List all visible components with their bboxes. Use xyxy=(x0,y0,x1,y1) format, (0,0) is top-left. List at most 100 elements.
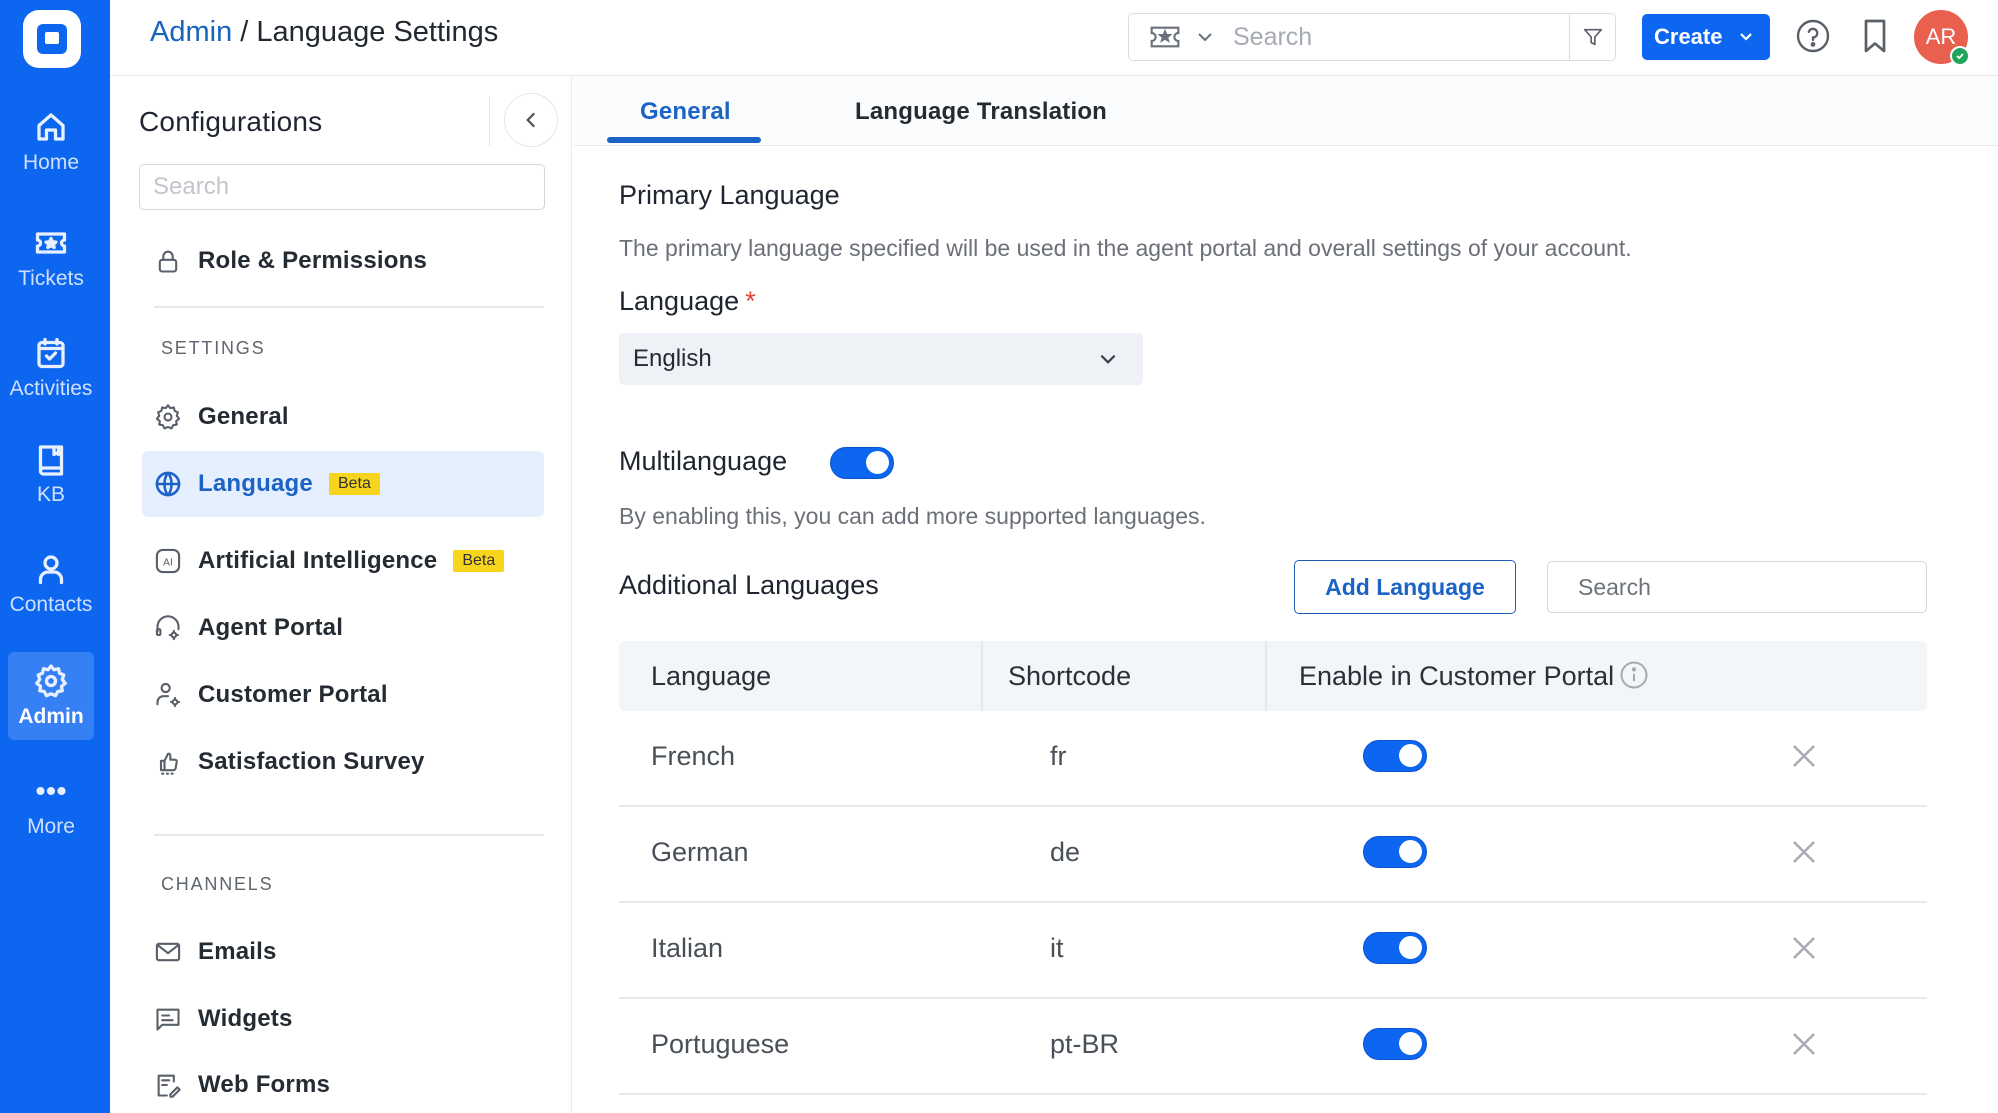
primary-language-title: Primary Language xyxy=(619,180,840,210)
language-label-text: Language xyxy=(619,286,740,316)
column-divider xyxy=(1265,641,1267,711)
row-language: Portuguese xyxy=(651,1029,790,1059)
config-item-artificial-intelligence[interactable]: AI Artificial Intelligence Beta xyxy=(142,528,544,594)
headset-gear-icon xyxy=(155,615,180,641)
languages-table: Language Shortcode Enable in Customer Po… xyxy=(619,641,1927,1095)
global-search-input[interactable] xyxy=(1233,22,1553,52)
column-header-enable-customer-portal: Enable in Customer Portal xyxy=(1299,661,1615,691)
tab-general[interactable]: General xyxy=(640,98,731,126)
row-language: French xyxy=(651,741,736,771)
config-item-label: Web Forms xyxy=(198,1071,331,1098)
chevron-down-icon[interactable] xyxy=(1736,26,1756,46)
bookmark-icon[interactable] xyxy=(1860,18,1890,54)
rail-item-label: Tickets xyxy=(18,267,84,290)
tab-language-translation[interactable]: Language Translation xyxy=(855,98,1107,126)
language-search-input[interactable] xyxy=(1547,561,1927,613)
rail-item-activities[interactable]: Activities xyxy=(8,324,94,412)
breadcrumb-separator: / xyxy=(232,16,257,48)
section-heading-settings: SETTINGS xyxy=(161,338,266,358)
multilanguage-label: Multilanguage xyxy=(619,446,788,476)
create-button[interactable]: Create xyxy=(1642,14,1770,60)
config-search-input[interactable] xyxy=(139,164,545,210)
selected-language: English xyxy=(633,345,712,372)
table-row: French fr xyxy=(619,711,1927,807)
enable-portal-toggle[interactable] xyxy=(1363,740,1427,772)
column-header-language: Language xyxy=(651,661,772,691)
config-item-label: Widgets xyxy=(198,1005,293,1032)
multilanguage-toggle[interactable] xyxy=(830,447,894,479)
remove-icon[interactable] xyxy=(1789,741,1819,771)
configurations-title: Configurations xyxy=(139,106,323,137)
config-item-role-permissions[interactable]: Role & Permissions xyxy=(142,228,544,294)
gear-icon xyxy=(35,664,67,698)
remove-icon[interactable] xyxy=(1789,837,1819,867)
filter-icon xyxy=(1583,28,1602,46)
primary-language-select[interactable]: English xyxy=(619,333,1143,385)
breadcrumb-admin-link[interactable]: Admin xyxy=(150,16,232,48)
config-item-language[interactable]: Language Beta xyxy=(142,451,544,517)
config-item-customer-portal[interactable]: Customer Portal xyxy=(142,662,544,728)
chat-icon xyxy=(156,1008,180,1031)
rail-item-contacts[interactable]: Contacts xyxy=(8,540,94,628)
rail-item-tickets[interactable]: Tickets xyxy=(8,214,94,302)
multilanguage-description: By enabling this, you can add more suppo… xyxy=(619,503,1206,529)
help-icon[interactable] xyxy=(1795,18,1831,54)
tab-bar: General Language Translation xyxy=(573,76,1998,146)
rail-item-label: Contacts xyxy=(9,593,93,616)
enable-portal-toggle[interactable] xyxy=(1363,932,1427,964)
collapse-panel-button[interactable] xyxy=(504,93,558,147)
remove-icon[interactable] xyxy=(1789,933,1819,963)
logo-mark-icon xyxy=(37,24,67,54)
rail-item-more[interactable]: More xyxy=(8,762,94,850)
remove-icon[interactable] xyxy=(1789,1029,1819,1059)
primary-language-description: The primary language specified will be u… xyxy=(619,235,1632,261)
globe-icon xyxy=(155,471,181,497)
page-title: Language Settings xyxy=(256,16,499,48)
config-item-label: Artificial Intelligence xyxy=(198,547,438,574)
rail-item-label: More xyxy=(27,815,75,838)
chevron-down-icon[interactable] xyxy=(1195,27,1215,47)
config-item-general[interactable]: General xyxy=(142,384,544,450)
rail-item-label: KB xyxy=(36,483,65,506)
info-icon[interactable] xyxy=(1619,660,1649,690)
active-tab-indicator xyxy=(607,137,761,143)
row-shortcode: de xyxy=(1050,837,1081,867)
gear-icon xyxy=(155,404,181,430)
config-item-agent-portal[interactable]: Agent Portal xyxy=(142,595,544,661)
home-icon xyxy=(37,113,65,141)
config-item-emails[interactable]: Emails xyxy=(142,919,544,985)
mail-icon xyxy=(155,942,181,962)
rail-item-admin[interactable]: Admin xyxy=(8,652,94,740)
rail-item-label: Activities xyxy=(9,377,93,400)
config-item-label: Agent Portal xyxy=(198,614,344,641)
avatar-initials: AR xyxy=(1925,24,1957,49)
enable-portal-toggle[interactable] xyxy=(1363,836,1427,868)
add-language-button[interactable]: Add Language xyxy=(1294,560,1516,614)
ai-icon: AI xyxy=(155,548,181,574)
user-icon xyxy=(38,555,64,585)
app-logo[interactable] xyxy=(23,10,81,68)
row-shortcode: fr xyxy=(1050,741,1067,771)
global-search xyxy=(1128,13,1616,61)
main-content: General Language Translation Primary Lan… xyxy=(573,76,1998,1113)
user-avatar[interactable]: AR xyxy=(1914,10,1970,66)
divider xyxy=(154,834,544,836)
filter-button[interactable] xyxy=(1569,14,1615,60)
rail-item-home[interactable]: Home xyxy=(8,98,94,186)
ticket-type-icon[interactable] xyxy=(1149,25,1181,49)
breadcrumb: Admin / Language Settings xyxy=(150,16,498,49)
row-language: Italian xyxy=(651,933,724,963)
config-item-label: Emails xyxy=(198,938,277,965)
config-item-widgets[interactable]: Widgets xyxy=(142,986,544,1052)
column-divider xyxy=(981,641,983,711)
row-language: German xyxy=(651,837,749,867)
panel-divider xyxy=(489,96,490,146)
rail-item-kb[interactable]: KB xyxy=(8,430,94,518)
form-edit-icon xyxy=(157,1074,181,1098)
beta-badge: Beta xyxy=(453,550,505,572)
config-item-label: Role & Permissions xyxy=(198,247,428,274)
enable-portal-toggle[interactable] xyxy=(1363,1028,1427,1060)
calendar-check-icon xyxy=(37,337,65,369)
config-item-satisfaction-survey[interactable]: Satisfaction Survey xyxy=(142,729,544,795)
config-item-web-forms[interactable]: Web Forms xyxy=(142,1052,544,1113)
